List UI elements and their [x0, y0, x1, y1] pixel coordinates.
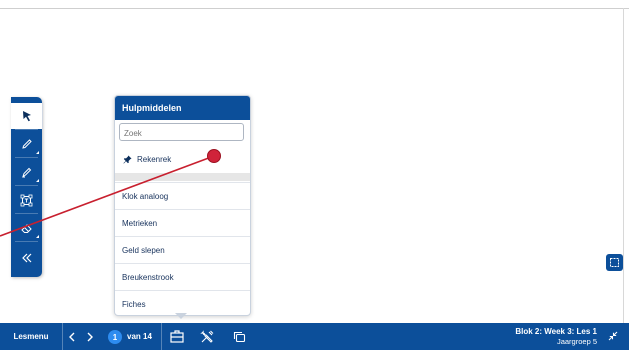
frame-select-icon — [610, 258, 619, 267]
minimize-button[interactable] — [605, 328, 621, 344]
chevron-left-icon — [69, 332, 75, 341]
annotation-dot — [207, 149, 221, 163]
lesson-title: Blok 2: Week 3: Les 1 — [515, 327, 597, 336]
lesmenu-button[interactable]: Lesmenu — [0, 323, 63, 350]
copy-pages-icon — [233, 331, 245, 342]
toolbox-button[interactable] — [166, 323, 188, 350]
collapse-arrows-icon — [608, 331, 618, 341]
chevron-right-icon — [87, 332, 93, 341]
fullscreen-frame-button[interactable] — [606, 254, 623, 271]
next-page-button[interactable] — [82, 323, 98, 350]
wrench-screwdriver-icon — [200, 329, 214, 343]
bottom-navigation-bar: Lesmenu 1 van 14 Blok 2: Week 3: Les 1 J… — [0, 323, 629, 350]
toolbox-icon — [170, 330, 184, 343]
annotation-line — [0, 155, 215, 237]
page-count: van 14 — [127, 332, 152, 341]
tools-button[interactable] — [196, 323, 218, 350]
previous-page-button[interactable] — [64, 323, 80, 350]
lesson-info: Blok 2: Week 3: Les 1 Jaargroep 5 — [515, 327, 597, 347]
current-page-badge[interactable]: 1 — [108, 330, 122, 344]
bottom-bar-divider — [161, 323, 162, 350]
lesson-group: Jaargroep 5 — [556, 337, 597, 346]
pages-button[interactable] — [228, 323, 250, 350]
